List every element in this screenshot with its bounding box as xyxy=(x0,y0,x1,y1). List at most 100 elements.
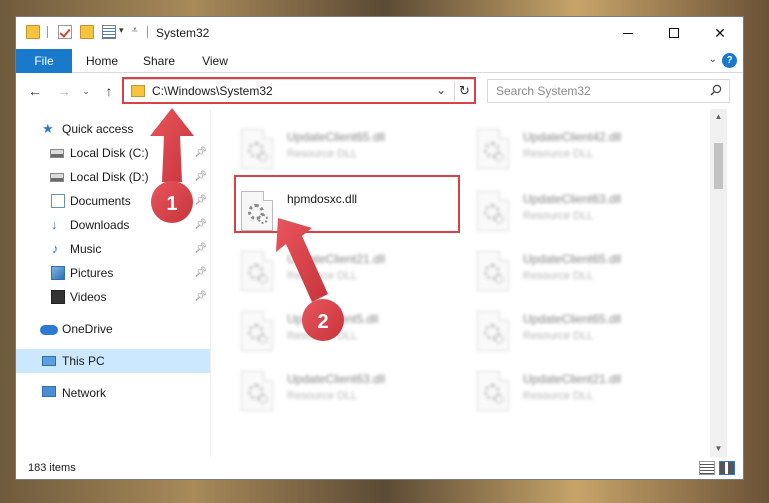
file-item[interactable]: UpdateClient63.dll Resource DLL xyxy=(241,369,461,417)
documents-icon xyxy=(51,194,65,208)
minimize-icon xyxy=(623,32,633,34)
sidebar-item-label: Quick access xyxy=(62,122,134,136)
file-name: UpdateClient5.dll xyxy=(287,312,379,326)
new-folder-icon[interactable] xyxy=(80,25,94,39)
customize-toolbar-icon[interactable]: ⩡ xyxy=(132,25,138,36)
sidebar-item-local-disk-c[interactable]: Local Disk (C:) 📌︎ xyxy=(16,141,211,165)
chevron-down-icon[interactable]: ▾ xyxy=(119,25,124,36)
search-input[interactable]: Search System32 xyxy=(496,84,591,98)
dll-file-icon xyxy=(477,251,509,291)
search-box[interactable]: Search System32 xyxy=(487,79,730,103)
file-highlight xyxy=(234,175,460,233)
file-item[interactable]: UpdateClient63.dll Resource DLL xyxy=(477,189,697,237)
large-icons-view-icon[interactable] xyxy=(719,461,735,475)
back-button[interactable]: ← xyxy=(24,80,46,102)
sidebar-item-label: Local Disk (C:) xyxy=(70,146,149,160)
sidebar-item-network[interactable]: Network xyxy=(16,381,211,405)
file-name: UpdateClient42.dll xyxy=(523,130,622,144)
sidebar-item-this-pc[interactable]: This PC xyxy=(16,349,211,373)
pin-icon[interactable]: 📌︎ xyxy=(194,141,207,165)
sidebar-item-label: OneDrive xyxy=(62,322,113,336)
tab-home[interactable]: Home xyxy=(78,49,126,73)
file-name: UpdateClient63.dll xyxy=(523,192,622,206)
pin-icon[interactable]: 📌︎ xyxy=(194,285,207,309)
tab-file[interactable]: File xyxy=(16,49,72,73)
minimize-button[interactable] xyxy=(605,17,651,49)
help-icon[interactable]: ? xyxy=(722,53,737,68)
up-button[interactable]: ↑ xyxy=(98,80,120,102)
divider xyxy=(147,26,148,38)
search-icon[interactable] xyxy=(710,84,722,96)
file-item[interactable]: UpdateClient65.dll Resource DLL xyxy=(241,127,461,175)
sidebar-item-quick-access[interactable]: ★ Quick access xyxy=(16,117,211,141)
file-list: UpdateClient65.dll Resource DLL hpmdosxc… xyxy=(211,109,727,457)
tab-share[interactable]: Share xyxy=(136,49,182,73)
sidebar-item-videos[interactable]: Videos 📌︎ xyxy=(16,285,211,309)
details-view-icon[interactable] xyxy=(699,461,715,475)
forward-button[interactable]: → xyxy=(53,80,75,102)
file-item[interactable]: UpdateClient65.dll Resource DLL xyxy=(477,249,697,297)
sidebar-item-downloads[interactable]: ↓ Downloads 📌︎ xyxy=(16,213,211,237)
drive-icon xyxy=(50,173,64,182)
pictures-icon xyxy=(51,266,65,280)
pin-icon[interactable]: 📌︎ xyxy=(194,237,207,261)
file-item[interactable]: UpdateClient5.dll Resource DLL xyxy=(241,309,461,357)
file-item[interactable]: UpdateClient65.dll Resource DLL xyxy=(477,309,697,357)
dll-file-icon xyxy=(477,129,509,169)
scroll-down-icon[interactable]: ▼ xyxy=(710,441,727,457)
onedrive-icon xyxy=(40,325,58,335)
file-name: UpdateClient65.dll xyxy=(523,312,622,326)
pin-icon[interactable]: 📌︎ xyxy=(194,165,207,189)
download-icon: ↓ xyxy=(51,217,58,232)
properties-check-icon[interactable] xyxy=(58,25,72,39)
file-type: Resource DLL xyxy=(287,148,358,160)
recent-locations-button[interactable]: ⌄ xyxy=(75,80,97,102)
sidebar-item-label: Network xyxy=(62,386,107,400)
sidebar-item-label: Downloads xyxy=(70,218,130,232)
sidebar-item-onedrive[interactable]: OneDrive xyxy=(16,317,211,341)
address-bar-highlight xyxy=(122,77,476,104)
window-title: System32 xyxy=(156,26,210,40)
sidebar-item-pictures[interactable]: Pictures 📌︎ xyxy=(16,261,211,285)
file-type: Resource DLL xyxy=(523,330,594,342)
sidebar-item-local-disk-d[interactable]: Local Disk (D:) 📌︎ xyxy=(16,165,211,189)
file-type: Resource DLL xyxy=(287,390,358,402)
arrow-left-icon: ← xyxy=(28,83,42,99)
sidebar-item-label: This PC xyxy=(62,354,105,368)
sidebar-item-label: Music xyxy=(70,242,102,256)
music-icon: ♪ xyxy=(52,241,59,256)
vertical-scrollbar[interactable]: ▲ ▼ xyxy=(710,109,727,457)
dll-file-icon xyxy=(477,311,509,351)
file-type: Resource DLL xyxy=(523,148,594,160)
pin-icon[interactable]: 📌︎ xyxy=(194,213,207,237)
file-item[interactable]: UpdateClient21.dll Resource DLL xyxy=(477,369,697,417)
tab-view[interactable]: View xyxy=(192,49,238,73)
dll-file-icon xyxy=(241,371,273,411)
sidebar-item-label: Documents xyxy=(70,194,131,208)
dll-file-icon xyxy=(477,191,509,231)
maximize-button[interactable] xyxy=(651,17,697,49)
divider xyxy=(47,26,48,38)
file-type: Resource DLL xyxy=(287,330,358,342)
file-type: Resource DLL xyxy=(523,270,594,282)
file-name: UpdateClient21.dll xyxy=(523,372,622,386)
pin-icon[interactable]: 📌︎ xyxy=(194,189,207,213)
properties-icon[interactable] xyxy=(102,25,116,39)
close-button[interactable]: ✕ xyxy=(697,17,743,49)
maximize-icon xyxy=(669,28,679,38)
pin-icon[interactable]: 📌︎ xyxy=(194,261,207,285)
file-item[interactable]: UpdateClient21.dll Resource DLL xyxy=(241,249,461,297)
expand-ribbon-icon[interactable]: ⌄ xyxy=(709,54,717,65)
dll-file-icon xyxy=(477,371,509,411)
dll-file-icon xyxy=(241,129,273,169)
videos-icon xyxy=(51,290,65,304)
file-item[interactable]: UpdateClient42.dll Resource DLL xyxy=(477,127,697,175)
sidebar-item-documents[interactable]: Documents 📌︎ xyxy=(16,189,211,213)
scrollbar-thumb[interactable] xyxy=(714,143,723,189)
title-bar: ▾ ⩡ System32 ✕ xyxy=(16,17,743,49)
network-icon xyxy=(42,386,56,397)
scroll-up-icon[interactable]: ▲ xyxy=(710,109,727,125)
file-type: Resource DLL xyxy=(287,270,358,282)
sidebar-item-music[interactable]: ♪ Music 📌︎ xyxy=(16,237,211,261)
sidebar-item-label: Pictures xyxy=(70,266,114,280)
